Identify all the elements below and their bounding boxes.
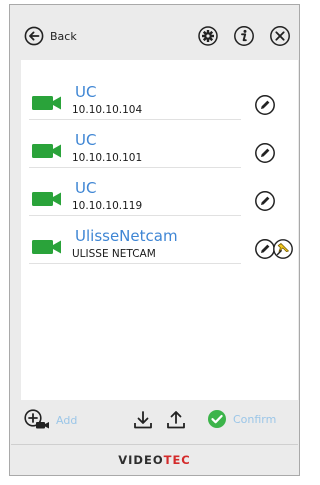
row-divider <box>29 263 241 264</box>
close-button[interactable] <box>269 25 291 47</box>
brand-part1: VIDEO <box>118 453 164 467</box>
edit-button[interactable] <box>254 190 276 212</box>
close-icon <box>269 25 291 47</box>
device-list: UC 10.10.10.104 UC 10.10.10.101 UC 10.10… <box>21 60 298 400</box>
info-button[interactable] <box>233 25 255 47</box>
download-icon <box>132 409 154 431</box>
upload-icon <box>165 409 187 431</box>
settings-button[interactable] <box>197 25 219 47</box>
gear-icon <box>197 25 219 47</box>
add-button[interactable]: Add <box>24 409 77 431</box>
header-bar: Back <box>11 6 298 60</box>
window-frame: Back UC 10.10.10.104 UC 10.10.10.101 UC … <box>9 4 300 476</box>
device-row[interactable]: UC 10.10.10.119 <box>21 168 298 216</box>
arrow-left-circle-icon <box>24 26 44 46</box>
upload-button[interactable] <box>165 409 187 431</box>
add-label: Add <box>56 413 78 427</box>
camera-icon <box>32 239 62 255</box>
confirm-label: Confirm <box>233 412 277 426</box>
camera-icon <box>32 191 62 207</box>
camera-icon <box>32 95 62 111</box>
brand-logo: VIDEOTEC <box>11 453 298 467</box>
pin-button[interactable] <box>272 238 294 260</box>
info-icon <box>233 25 255 47</box>
pencil-icon <box>255 143 275 163</box>
device-name: UC <box>75 131 97 149</box>
bottom-toolbar: Add Confirm <box>11 400 298 443</box>
device-row[interactable]: UC 10.10.10.101 <box>21 120 298 168</box>
device-address: 10.10.10.119 <box>72 200 143 212</box>
camera-icon <box>32 143 62 159</box>
device-row[interactable]: UC 10.10.10.104 <box>21 72 298 120</box>
device-name: UC <box>75 179 97 197</box>
confirm-button[interactable]: Confirm <box>207 409 276 429</box>
device-name: UC <box>75 83 97 101</box>
edit-button[interactable] <box>254 94 276 116</box>
device-row[interactable]: UlisseNetcam ULISSE NETCAM <box>21 216 298 264</box>
check-circle-icon <box>207 409 227 429</box>
brand-part2: TEC <box>163 453 191 467</box>
download-button[interactable] <box>132 409 154 431</box>
back-button[interactable]: Back <box>24 25 77 47</box>
footer: VIDEOTEC <box>11 444 298 475</box>
pencil-icon <box>255 191 275 211</box>
pin-icon <box>273 239 293 259</box>
add-camera-icon <box>24 409 50 431</box>
pencil-icon <box>255 95 275 115</box>
device-address: 10.10.10.104 <box>72 104 143 116</box>
edit-button[interactable] <box>254 142 276 164</box>
device-address: 10.10.10.101 <box>72 152 143 164</box>
device-list-screen: Back UC 10.10.10.104 UC 10.10.10.101 UC … <box>0 0 309 485</box>
device-address: ULISSE NETCAM <box>72 248 156 260</box>
back-label: Back <box>50 29 77 43</box>
device-name: UlisseNetcam <box>75 227 178 245</box>
